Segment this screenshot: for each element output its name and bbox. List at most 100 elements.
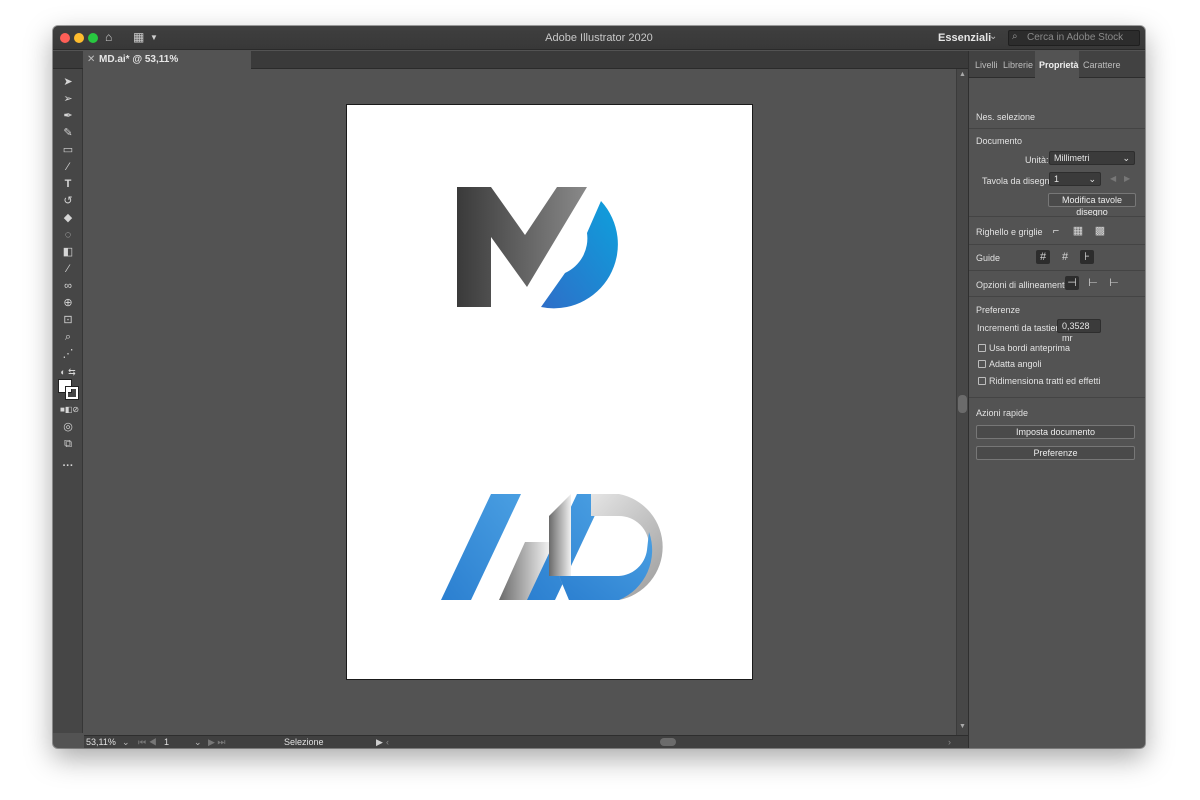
stroke-swatch[interactable] (65, 386, 79, 400)
shape-builder-tool-icon[interactable]: ⊕ (60, 296, 76, 310)
scroll-right-icon[interactable]: › (948, 737, 951, 747)
md-logo-flat[interactable] (455, 185, 640, 310)
canvas-area[interactable] (84, 69, 956, 735)
lasso-tool-icon[interactable]: ◌ (60, 228, 76, 242)
smart-guides-icon[interactable]: ⊦ (1080, 250, 1094, 264)
document-heading: Documento (976, 136, 1023, 146)
rotate-tool-icon[interactable]: ↺ (60, 194, 76, 208)
previous-artboard-icon[interactable]: ◀ (1110, 174, 1116, 183)
screen-mode-icon[interactable]: ⧉ (60, 437, 76, 451)
curvature-tool-icon[interactable]: ✎ (60, 126, 76, 140)
type-tool-icon[interactable]: T (60, 177, 76, 191)
document-setup-button[interactable]: Imposta documento (976, 425, 1135, 439)
chevron-down-icon: ⌄ (1088, 174, 1096, 184)
status-bar: 53,11% ⌄ ⏮ ◀ 1 ⌄ ▶ ⏭ Selezione ▶ ‹ › (84, 735, 968, 748)
lock-guides-icon[interactable]: # (1058, 250, 1072, 264)
transparency-grid-icon[interactable]: ▩ (1093, 224, 1107, 238)
first-artboard-icon[interactable]: ⏮ ◀ (138, 737, 157, 748)
divider (969, 296, 1145, 297)
eyedropper-tool-icon[interactable]: ⁄ (60, 262, 76, 276)
scroll-up-icon[interactable]: ▲ (959, 71, 966, 78)
zoom-tool-icon[interactable]: ⌕ (60, 330, 76, 344)
preferences-heading: Preferenze (976, 305, 1021, 315)
md-logo-slanted[interactable] (441, 492, 671, 604)
guides-label: Guide (976, 253, 1001, 263)
artboard-label: Tavola da disegno: (982, 176, 1058, 186)
divider (969, 270, 1145, 271)
align-options-label: Opzioni di allineamento (976, 280, 1070, 290)
snap-to-point-icon[interactable]: ⊢ (1086, 276, 1100, 290)
divider (969, 128, 1145, 129)
default-colors-icon[interactable]: ◐ ⇆ (60, 365, 76, 379)
checkbox-corners[interactable] (978, 360, 986, 368)
artboard-tool-icon[interactable]: ⊡ (60, 313, 76, 327)
vertical-scroll-thumb[interactable] (958, 395, 967, 413)
checkbox-label: Adatta angoli (989, 359, 1042, 369)
chevron-down-icon[interactable]: ⌄ (989, 31, 997, 42)
status-tool-label: Selezione (284, 737, 324, 747)
stock-search-input[interactable]: Cerca in Adobe Stock (1008, 30, 1140, 46)
properties-panel: Livelli Librerie Proprietà Carattere Nes… (968, 51, 1145, 748)
selection-tool-icon[interactable]: ➤ (60, 75, 76, 89)
checkbox-scale-strokes[interactable] (978, 377, 986, 385)
tab-libraries[interactable]: Librerie (1003, 60, 1033, 70)
snap-to-pixel-icon[interactable]: ⊣ (1065, 276, 1079, 290)
more-tools-icon[interactable]: ··· (60, 459, 76, 473)
chevron-down-icon: ⌄ (1122, 153, 1130, 163)
unit-select[interactable]: Millimetri ⌄ (1049, 151, 1135, 165)
tools-panel: ➤ ➢ ✒ ✎ ▭ ⁄ T ↺ ◆ ◌ ◧ ⁄ ∞ ⊕ ⊡ ⌕ ⋰ ◐ ⇆ ■◧… (53, 69, 83, 733)
tab-layers[interactable]: Livelli (975, 60, 998, 70)
chevron-down-icon[interactable]: ⌄ (122, 737, 130, 748)
snap-to-glyph-icon[interactable]: ⊢ (1107, 276, 1121, 290)
ruler-icon[interactable]: ⌐ (1049, 224, 1063, 238)
preferences-button[interactable]: Preferenze (976, 446, 1135, 460)
draw-mode-icon[interactable]: ◎ (60, 420, 76, 434)
next-artboard-icon[interactable]: ▶ (1124, 174, 1130, 183)
show-guides-icon[interactable]: # (1036, 250, 1050, 264)
zoom-level-field[interactable]: 53,11% (86, 737, 116, 747)
tab-character[interactable]: Carattere (1083, 60, 1121, 70)
keyboard-increment-label: Incrementi da tastiera: (977, 323, 1067, 333)
rulers-grids-label: Righello e griglie (976, 227, 1043, 237)
divider (969, 244, 1145, 245)
scroll-down-icon[interactable]: ▼ (959, 723, 966, 730)
edit-artboards-button[interactable]: Modifica tavole disegno (1048, 193, 1136, 217)
panel-tab-bar: Livelli Librerie Proprietà Carattere (969, 51, 1145, 79)
width-tool-icon[interactable]: ⋰ (60, 347, 76, 361)
color-mode-icon[interactable]: ■◧⊘ (60, 403, 79, 417)
next-artboard-icon[interactable]: ▶ ⏭ (208, 737, 226, 748)
close-icon[interactable]: ✕ (87, 51, 95, 69)
artboard[interactable] (346, 104, 753, 680)
scroll-left-icon[interactable]: ‹ (386, 737, 389, 747)
document-tab-bar: ✕ MD.ai* @ 53,11% (CMYK/Anteprima GPU) (53, 51, 968, 83)
eraser-tool-icon[interactable]: ◆ (60, 211, 76, 225)
search-icon: ⌕ (1012, 31, 1018, 42)
illustrator-window: ⌂ ▦ ▼ Adobe Illustrator 2020 Essenziali … (53, 26, 1145, 748)
vertical-scrollbar[interactable]: ▲ ▼ (956, 69, 968, 735)
artboard-number-field[interactable]: 1 (164, 737, 169, 747)
gradient-tool-icon[interactable]: ◧ (60, 245, 76, 259)
checkbox-label: Usa bordi anteprima (989, 343, 1071, 353)
direct-selection-tool-icon[interactable]: ➢ (60, 92, 76, 106)
pen-tool-icon[interactable]: ✒ (60, 109, 76, 123)
grid-icon[interactable]: ▦ (1071, 224, 1085, 238)
chevron-down-icon[interactable]: ⌄ (194, 737, 202, 748)
divider (969, 216, 1145, 217)
quick-actions-heading: Azioni rapide (976, 408, 1029, 418)
rectangle-tool-icon[interactable]: ▭ (60, 143, 76, 157)
horizontal-scroll-thumb[interactable] (660, 738, 676, 746)
document-tab[interactable]: ✕ MD.ai* @ 53,11% (CMYK/Anteprima GPU) (83, 51, 251, 83)
checkbox-preview-bounds[interactable] (978, 344, 986, 352)
unit-value: Millimetri (1054, 153, 1090, 163)
blend-tool-icon[interactable]: ∞ (60, 279, 76, 293)
unit-label: Unità: (1025, 155, 1049, 165)
workspace-switcher[interactable]: Essenziali (938, 32, 991, 44)
tab-properties[interactable]: Proprietà (1039, 60, 1079, 70)
paintbrush-tool-icon[interactable]: ⁄ (60, 160, 76, 174)
title-bar: ⌂ ▦ ▼ Adobe Illustrator 2020 Essenziali … (53, 26, 1145, 50)
status-menu-icon[interactable]: ▶ (376, 737, 383, 748)
artboard-value: 1 (1054, 174, 1060, 184)
artboard-select[interactable]: 1 ⌄ (1049, 172, 1101, 186)
keyboard-increment-field[interactable]: 0,3528 mr (1057, 319, 1101, 343)
selection-status: Nes. selezione (976, 112, 1036, 122)
